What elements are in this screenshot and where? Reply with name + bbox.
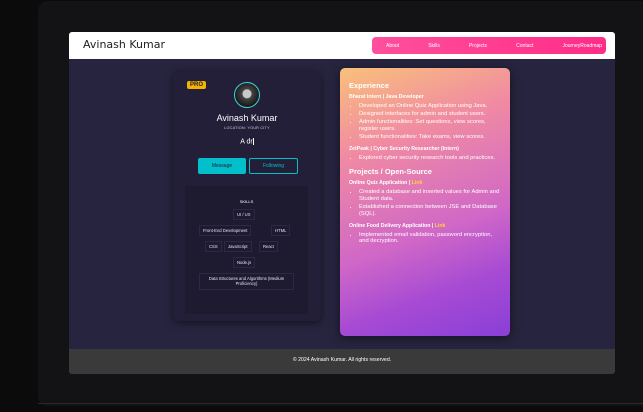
list-item: Admin functionalities: Set questions, vi…	[359, 119, 502, 133]
profile-name: Avinash Kumar	[216, 113, 278, 123]
project-title: Online Food Delivery Application | Link	[349, 223, 502, 229]
typed-text: A dr	[240, 138, 253, 146]
skill-chip: JavaScript	[224, 241, 252, 253]
skill-chip: HTML	[271, 225, 291, 237]
profile-location: LOCATION: YOUR CITY	[224, 126, 270, 130]
project-points: Created a database and inserted values f…	[349, 189, 502, 218]
list-item: Established a connection between JSE and…	[359, 204, 502, 218]
site-header: Avinash Kumar About Skills Projects Cont…	[69, 32, 615, 59]
nav-link-journey-roadmap[interactable]: JourneyRoadmap	[562, 43, 601, 49]
footer-copyright: © 2024 Avinash Kumar. All rights reserve…	[292, 357, 392, 363]
message-button[interactable]: Message	[198, 158, 246, 174]
list-item: Explored cyber security research tools a…	[359, 155, 502, 162]
project-name: Online Quiz Application |	[349, 179, 411, 186]
skill-chip: React	[259, 241, 278, 253]
job-points: Explored cyber security research tools a…	[349, 155, 502, 162]
project-name: Online Food Delivery Application |	[349, 222, 434, 229]
skill-chip: Data Structures and Algorithms (Medium P…	[199, 273, 294, 290]
skill-chip: Front-End Development	[199, 225, 252, 237]
device-frame-edge	[38, 403, 643, 404]
projects-heading: Projects / Open-Source	[349, 166, 432, 176]
skill-chip: Node.js	[233, 257, 256, 269]
skills-title: SKILLS	[239, 199, 254, 204]
nav-link-about[interactable]: About	[386, 43, 399, 49]
list-item: Student functionalities: Take exams, vie…	[359, 134, 502, 141]
pro-badge: PRO	[187, 81, 207, 89]
list-item: Implemented email validation, password e…	[359, 232, 502, 246]
project-link[interactable]: Link	[412, 180, 423, 186]
project-points: Implemented email validation, password e…	[349, 232, 502, 246]
nav-link-skills[interactable]: Skills	[428, 43, 440, 49]
nav-link-contact[interactable]: Contact	[516, 43, 533, 49]
job-title: ZetPeak | Cyber Security Researcher (Int…	[349, 145, 459, 152]
project-title: Online Quiz Application | Link	[349, 180, 502, 186]
job-title: Bharat Intern | Java Developer	[349, 94, 424, 100]
text-cursor	[252, 138, 254, 145]
experience-heading: Experience	[349, 81, 390, 90]
nav-bar: About Skills Projects Contact JourneyRoa…	[372, 37, 606, 54]
resume-panel: Experience Bharat Intern | Java Develope…	[340, 68, 510, 336]
job-points: Developed an Online Quiz Application usi…	[349, 103, 502, 141]
list-item: Created a database and inserted values f…	[359, 189, 502, 203]
site-title: Avinash Kumar	[83, 38, 165, 51]
nav-link-projects[interactable]: Projects	[469, 43, 487, 49]
site-footer: © 2024 Avinash Kumar. All rights reserve…	[69, 349, 615, 374]
list-item: Developed an Online Quiz Application usi…	[359, 103, 502, 110]
profile-card: PRO Avinash Kumar LOCATION: YOUR CITY A …	[173, 71, 321, 321]
avatar	[234, 82, 260, 108]
browser-window: Avinash Kumar About Skills Projects Cont…	[69, 32, 615, 374]
skill-chip: UI / UX	[233, 209, 255, 221]
project-link[interactable]: Link	[435, 223, 446, 229]
main-content: PRO Avinash Kumar LOCATION: YOUR CITY A …	[69, 59, 615, 349]
skills-panel: SKILLS UI / UX Front-End Development HTM…	[185, 186, 308, 314]
following-button[interactable]: Following	[249, 158, 298, 174]
typed-tagline: A dr	[173, 138, 321, 145]
skill-chip: CSS	[205, 241, 222, 253]
list-item: Designed interfaces for admin and studen…	[359, 111, 502, 118]
